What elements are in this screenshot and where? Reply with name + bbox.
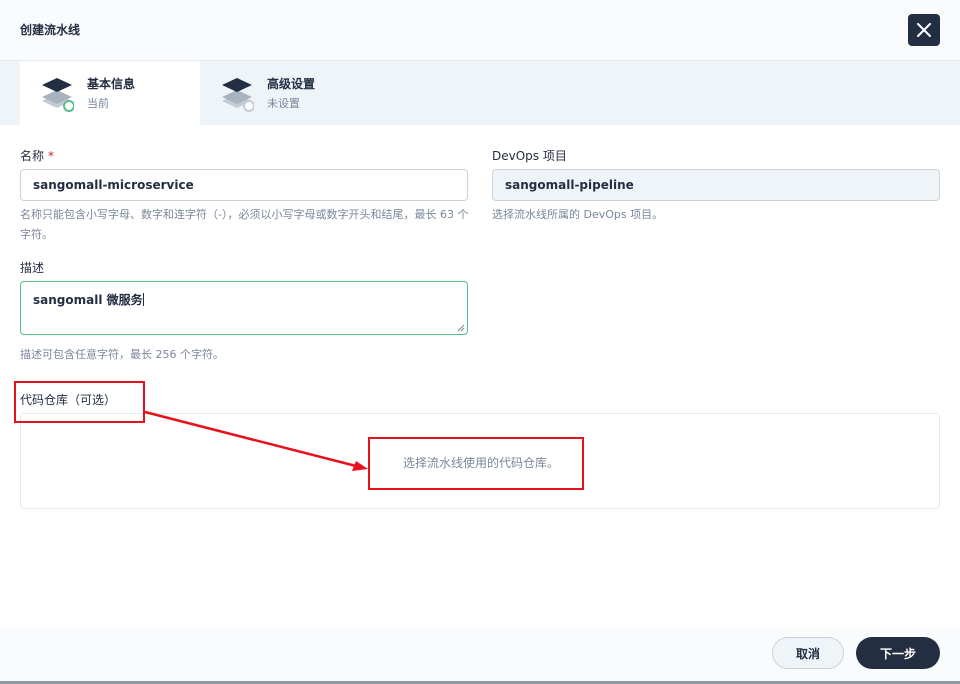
- cancel-button[interactable]: 取消: [772, 637, 844, 669]
- next-step-button[interactable]: 下一步: [856, 637, 940, 669]
- annotation-arrow: [144, 410, 368, 471]
